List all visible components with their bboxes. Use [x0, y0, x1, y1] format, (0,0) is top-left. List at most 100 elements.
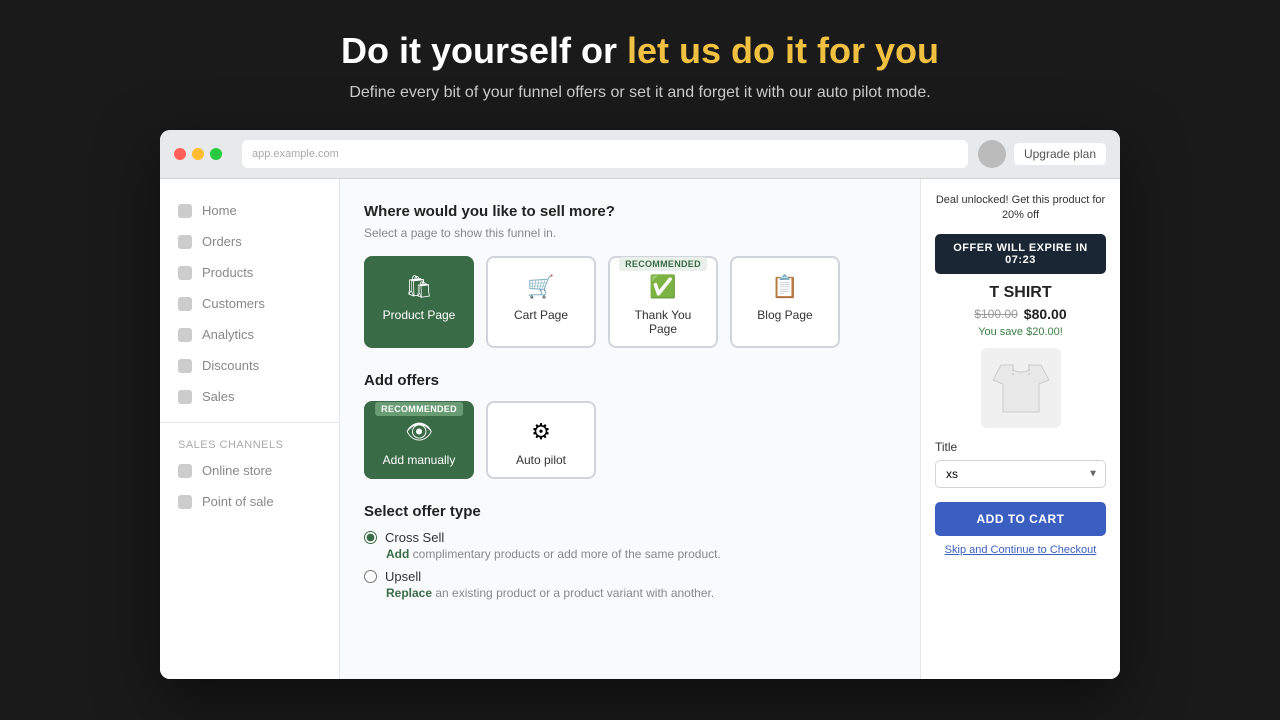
product-preview: Deal unlocked! Get this product for 20% …	[921, 179, 1120, 570]
sidebar-item-online-store[interactable]: Online store	[160, 455, 339, 486]
hero-title-highlight: let us do it for you	[627, 30, 939, 71]
sidebar-label-sales: Sales	[202, 389, 235, 404]
page-card-thankyou[interactable]: RECOMMENDED ✅ Thank You Page	[608, 256, 718, 348]
recommended-badge-thankyou: RECOMMENDED	[619, 257, 707, 271]
blog-page-icon: 📋	[771, 274, 798, 300]
sidebar-item-orders[interactable]: Orders	[160, 226, 339, 257]
sidebar-label-customers: Customers	[202, 296, 265, 311]
sidebar-item-customers[interactable]: Customers	[160, 288, 339, 319]
sidebar-divider	[160, 422, 339, 423]
crosssell-radio[interactable]	[364, 531, 377, 544]
hero-subtitle: Define every bit of your funnel offers o…	[349, 84, 930, 102]
product-image-area	[935, 348, 1106, 428]
dot-yellow	[192, 148, 204, 160]
skip-checkout-link[interactable]: Skip and Continue to Checkout	[935, 544, 1106, 556]
page-card-product[interactable]: 🛍 Product Page	[364, 256, 474, 348]
sidebar-item-analytics[interactable]: Analytics	[160, 319, 339, 350]
offer-card-manual[interactable]: RECOMMENDED 👁 Add manually	[364, 401, 474, 479]
where-to-sell-subtitle: Select a page to show this funnel in.	[364, 226, 896, 240]
page-cards: 🛍 Product Page 🛒 Cart Page RECOMMENDED ✅…	[364, 256, 896, 348]
product-image	[981, 348, 1061, 428]
sidebar-item-home[interactable]: Home	[160, 195, 339, 226]
home-icon	[178, 204, 192, 218]
dot-green	[210, 148, 222, 160]
browser-dots	[174, 148, 222, 160]
title-label: Title	[935, 440, 1106, 454]
add-offers-title: Add offers	[364, 372, 896, 389]
autopilot-label: Auto pilot	[516, 453, 566, 467]
hero-title-plain: Do it yourself or	[341, 30, 627, 71]
product-title: T SHIRT	[935, 284, 1106, 302]
upgrade-button[interactable]: Upgrade plan	[1014, 143, 1106, 165]
sidebar-label-discounts: Discounts	[202, 358, 259, 373]
sidebar-label-pos: Point of sale	[202, 494, 274, 509]
page-card-cart[interactable]: 🛒 Cart Page	[486, 256, 596, 348]
recommended-badge-manual: RECOMMENDED	[375, 402, 463, 416]
sales-icon	[178, 390, 192, 404]
size-select[interactable]: xs s m l xl	[935, 460, 1106, 488]
autopilot-icon: ⚙	[531, 419, 551, 445]
upsell-desc: Replace an existing product or a product…	[386, 586, 896, 600]
crosssell-label: Cross Sell	[385, 530, 444, 545]
customers-icon	[178, 297, 192, 311]
where-to-sell-title: Where would you like to sell more?	[364, 203, 896, 220]
dot-red	[174, 148, 186, 160]
main-panel: Where would you like to sell more? Selec…	[340, 179, 920, 679]
size-select-wrapper[interactable]: xs s m l xl ▼	[935, 460, 1106, 488]
add-to-cart-button[interactable]: ADD TO CART	[935, 502, 1106, 536]
browser-bar: app.example.com Upgrade plan	[160, 130, 1120, 179]
offer-type-title: Select offer type	[364, 503, 896, 520]
page-card-blog[interactable]: 📋 Blog Page	[730, 256, 840, 348]
product-page-icon: 🛍	[405, 274, 433, 300]
sidebar-label-orders: Orders	[202, 234, 242, 249]
upsell-radio[interactable]	[364, 570, 377, 583]
upsell-desc-highlight: Replace	[386, 586, 435, 600]
browser-actions: Upgrade plan	[978, 140, 1106, 168]
hero-title: Do it yourself or let us do it for you	[341, 30, 939, 72]
crosssell-desc-highlight: Add	[386, 547, 413, 561]
online-store-icon	[178, 464, 192, 478]
offer-card-autopilot[interactable]: ⚙ Auto pilot	[486, 401, 596, 479]
manual-offer-icon: 👁	[405, 419, 433, 445]
radio-item-crosssell: Cross Sell Add complimentary products or…	[364, 530, 896, 561]
deal-text: Deal unlocked! Get this product for 20% …	[935, 193, 1106, 224]
sidebar-label-products: Products	[202, 265, 253, 280]
browser-avatar	[978, 140, 1006, 168]
sidebar-item-sales[interactable]: Sales	[160, 381, 339, 412]
discounts-icon	[178, 359, 192, 373]
thankyou-page-icon: ✅	[649, 274, 676, 300]
cart-page-icon: 🛒	[527, 274, 554, 300]
tshirt-svg	[991, 360, 1051, 415]
orders-icon	[178, 235, 192, 249]
browser-url-bar: app.example.com	[242, 140, 968, 168]
sidebar: Home Orders Products Customers Analytics…	[160, 179, 340, 679]
blog-page-label: Blog Page	[757, 308, 812, 322]
sidebar-item-pos[interactable]: Point of sale	[160, 486, 339, 517]
price-row: $100.00 $80.00	[935, 306, 1106, 322]
manual-offer-label: Add manually	[383, 453, 456, 467]
cart-page-label: Cart Page	[514, 308, 568, 322]
sidebar-item-products[interactable]: Products	[160, 257, 339, 288]
sidebar-item-discounts[interactable]: Discounts	[160, 350, 339, 381]
price-original: $100.00	[974, 307, 1017, 321]
offer-type-radio-group: Cross Sell Add complimentary products or…	[364, 530, 896, 600]
products-icon	[178, 266, 192, 280]
sidebar-label-online-store: Online store	[202, 463, 272, 478]
price-save: You save $20.00!	[935, 326, 1106, 338]
analytics-icon	[178, 328, 192, 342]
radio-item-upsell: Upsell Replace an existing product or a …	[364, 569, 896, 600]
right-panel: Deal unlocked! Get this product for 20% …	[920, 179, 1120, 679]
sidebar-label-analytics: Analytics	[202, 327, 254, 342]
sidebar-label-home: Home	[202, 203, 237, 218]
upsell-label: Upsell	[385, 569, 421, 584]
offer-cards: RECOMMENDED 👁 Add manually ⚙ Auto pilot	[364, 401, 896, 479]
price-sale: $80.00	[1024, 306, 1067, 322]
sidebar-section2-title: Sales channels	[160, 433, 339, 455]
timer-badge: OFFER WILL EXPIRE IN 07:23	[935, 234, 1106, 274]
browser-window: app.example.com Upgrade plan Home Orders…	[160, 130, 1120, 679]
browser-body: Home Orders Products Customers Analytics…	[160, 179, 1120, 679]
thankyou-page-label: Thank You Page	[620, 308, 706, 336]
pos-icon	[178, 495, 192, 509]
offer-type-section: Select offer type Cross Sell Add complim…	[364, 503, 896, 600]
product-page-label: Product Page	[383, 308, 456, 322]
